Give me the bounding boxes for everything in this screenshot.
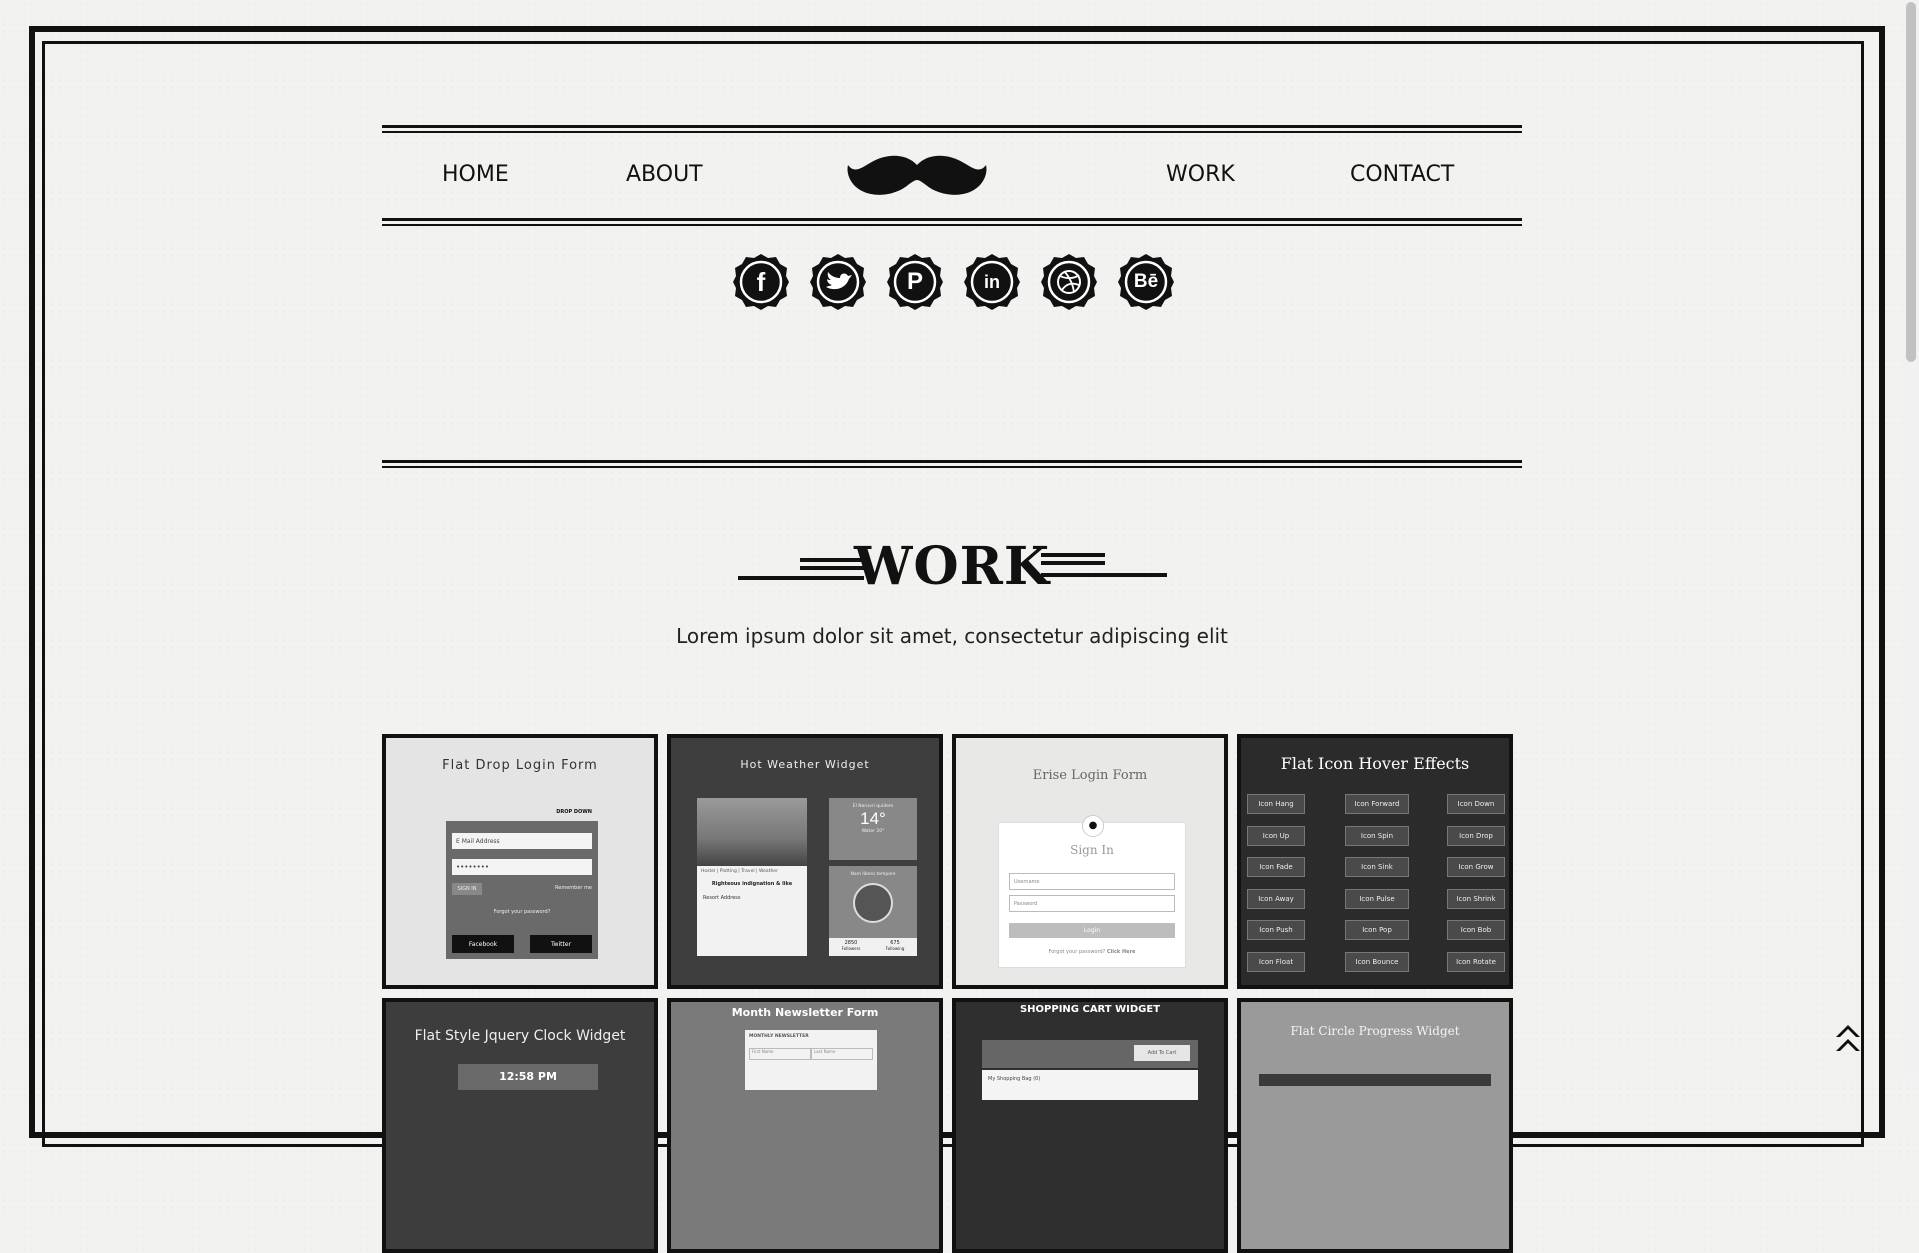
click-link: Click Here xyxy=(1106,949,1136,955)
hover-demo-button: Icon Rotate xyxy=(1447,951,1505,972)
newsletter-card: MONTHLY NEWSLETTER First Name Last Name xyxy=(745,1030,877,1090)
work-title: Flat Style Jquery Clock Widget xyxy=(414,1028,626,1044)
nav-work[interactable]: WORK xyxy=(1166,162,1235,187)
add-to-cart-button: Add To Cart xyxy=(1134,1045,1190,1061)
login-button: Login xyxy=(1009,923,1175,938)
remember-label: Remember me xyxy=(555,885,592,891)
hover-demo-button: Icon Shrink xyxy=(1447,888,1505,909)
header-rule-bottom xyxy=(382,218,1522,226)
hover-demo-button: Icon Fade xyxy=(1247,857,1305,877)
behance-glyph: Bē xyxy=(1133,271,1159,292)
lighthouse-photo xyxy=(697,798,807,866)
work-item-flat-circle-progress[interactable]: Flat Circle Progress Widget xyxy=(1237,998,1513,1253)
work-item-hot-weather[interactable]: Hot Weather Widget Hostel | Plotting | T… xyxy=(667,734,943,989)
work-title: Erise Login Form xyxy=(1032,768,1148,783)
linkedin-icon[interactable]: in xyxy=(963,253,1021,311)
blog-card: Hostel | Plotting | Travel | Weather Rig… xyxy=(697,798,807,956)
facebook-icon[interactable]: f xyxy=(732,253,790,311)
hover-demo-button: Icon Down xyxy=(1447,794,1505,814)
hover-demo-button: Icon Drop xyxy=(1447,825,1505,846)
work-item-jquery-clock[interactable]: Flat Style Jquery Clock Widget 12:58 PM xyxy=(382,998,658,1253)
twitter-login: Twitter xyxy=(530,935,592,953)
back-to-top-icon[interactable] xyxy=(1834,1021,1862,1055)
profile-card: Nam libero tempore 2850 Followers 675 Foll… xyxy=(829,866,917,956)
signin-button: SIGN IN xyxy=(452,883,482,895)
card-menu: Hostel | Plotting | Travel | Weather xyxy=(701,869,778,874)
hover-demo-button: Icon Hang xyxy=(1247,794,1305,814)
nav-contact[interactable]: CONTACT xyxy=(1350,162,1454,187)
last-name-field: Last Name xyxy=(811,1048,873,1060)
work-title: Flat Icon Hover Effects xyxy=(1280,754,1470,773)
weather-card: El Naruvri quidem 14° Water 20° xyxy=(829,798,917,860)
facebook-login: Facebook xyxy=(452,935,514,953)
linkedin-glyph: in xyxy=(984,271,1000,292)
profile-avatar xyxy=(853,883,893,923)
hover-demo-button: Icon Float xyxy=(1247,951,1305,972)
header-rule-top xyxy=(382,125,1522,133)
card-resort: Resort Address xyxy=(703,895,741,901)
work-title: Flat Drop Login Form xyxy=(442,758,598,773)
hover-demo-button: Icon Forward xyxy=(1345,794,1409,814)
weather-sub: Water 20° xyxy=(861,829,885,834)
hover-demo-button: Icon Grow xyxy=(1447,857,1505,877)
work-item-shopping-cart[interactable]: SHOPPING CART WIDGET Add To Cart My Shop… xyxy=(952,998,1228,1253)
shopping-bag: My Shopping Bag (0) xyxy=(982,1070,1198,1100)
forgot-link: Forgot your password? xyxy=(493,909,551,915)
section-title: WORK xyxy=(853,536,1051,597)
profile-name: Nam libero tempore xyxy=(850,872,896,877)
pinterest-glyph: P xyxy=(906,268,923,295)
login-panel: DROP DOWN E Mail Address •••••••• SIGN I… xyxy=(446,809,598,959)
login-card: ● Sign In Username Password Login Forgot… xyxy=(998,815,1186,968)
username-field: Username xyxy=(1009,873,1175,890)
facebook-glyph: f xyxy=(756,266,766,297)
hover-demo-button: Icon Pop xyxy=(1345,920,1409,940)
hover-demo-button: Icon Bounce xyxy=(1345,951,1409,972)
work-title: Flat Circle Progress Widget xyxy=(1290,1024,1460,1038)
work-item-flat-icon-hover[interactable]: Flat Icon Hover Effects Icon Hang Icon Fo… xyxy=(1237,734,1513,989)
progress-bar xyxy=(1259,1074,1491,1086)
nav-home[interactable]: HOME xyxy=(442,162,509,187)
signin-heading: Sign In xyxy=(1070,843,1114,857)
hover-demo-button: Icon Up xyxy=(1247,825,1305,846)
profile-stats: 2850 Followers 675 Following xyxy=(829,938,917,956)
scrollbar[interactable] xyxy=(1902,0,1919,1079)
password-field: •••••••• xyxy=(452,859,592,875)
following-label: Following xyxy=(885,946,905,951)
hover-demo-button: Icon Push xyxy=(1247,920,1305,940)
work-item-flat-drop-login[interactable]: Flat Drop Login Form DROP DOWN E Mail Ad… xyxy=(382,734,658,989)
section-divider xyxy=(382,460,1522,468)
scrollbar-thumb[interactable] xyxy=(1906,2,1916,362)
mustache-logo[interactable] xyxy=(846,151,988,201)
newsletter-sub: MONTHLY NEWSLETTER xyxy=(749,1034,809,1039)
work-item-erise-login[interactable]: Erise Login Form ● Sign In Username Pass… xyxy=(952,734,1228,989)
pinterest-icon[interactable]: P xyxy=(886,253,944,311)
weather-temp: 14° xyxy=(860,809,886,828)
social-links: f P in Bē xyxy=(732,253,1175,311)
section-lead: Lorem ipsum dolor sit amet, consectetur … xyxy=(676,624,1228,648)
cart-bar: Add To Cart xyxy=(982,1040,1198,1068)
work-title: SHOPPING CART WIDGET xyxy=(1019,1004,1161,1015)
password-field: Password xyxy=(1009,895,1175,912)
hover-demo-button: Icon Away xyxy=(1247,888,1305,909)
twitter-icon[interactable] xyxy=(809,253,867,311)
hover-demo-button: Icon Bob xyxy=(1447,920,1505,940)
email-field: E Mail Address xyxy=(452,833,592,849)
dribbble-icon[interactable] xyxy=(1040,253,1098,311)
hover-demo-button: Icon Sink xyxy=(1345,857,1409,877)
nav-about[interactable]: ABOUT xyxy=(626,162,703,187)
hover-demo-button: Icon Spin xyxy=(1345,825,1409,846)
behance-icon[interactable]: Bē xyxy=(1117,253,1175,311)
followers-label: Followers xyxy=(841,946,861,951)
first-name-field: First Name xyxy=(749,1048,811,1060)
work-title: Month Newsletter Form xyxy=(731,1006,879,1019)
drop-label: DROP DOWN xyxy=(556,809,592,815)
work-title: Hot Weather Widget xyxy=(740,758,870,771)
user-icon: ● xyxy=(1082,815,1104,837)
hover-demo-button: Icon Pulse xyxy=(1345,888,1409,909)
work-item-month-newsletter[interactable]: Month Newsletter Form MONTHLY NEWSLETTER… xyxy=(667,998,943,1253)
forgot-text: Forgot your password? xyxy=(1048,949,1106,955)
clock-time: 12:58 PM xyxy=(458,1064,598,1090)
card-post-title: Righteous indignation & like xyxy=(711,881,793,887)
